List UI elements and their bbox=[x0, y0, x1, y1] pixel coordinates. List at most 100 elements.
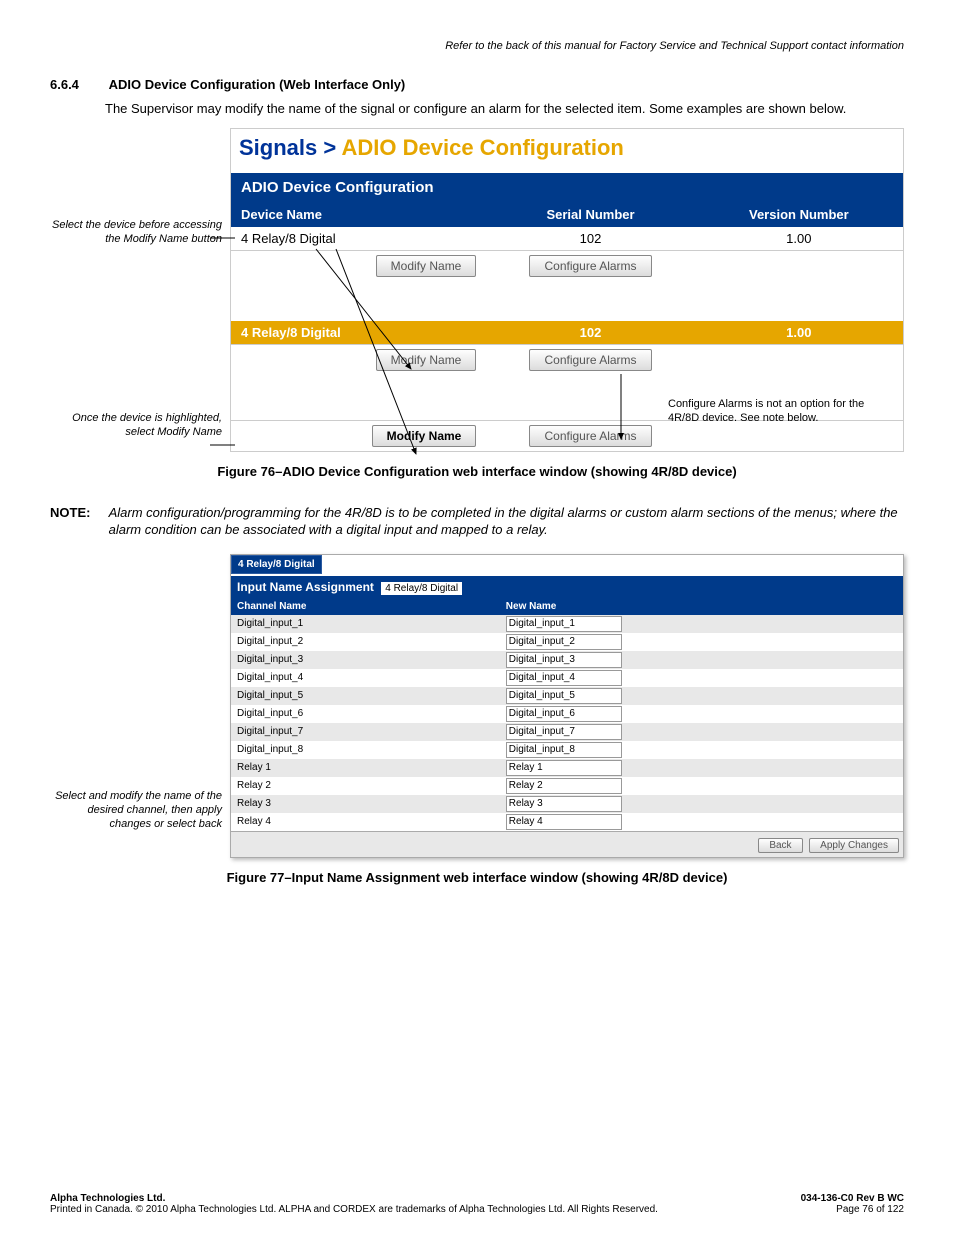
new-name-input[interactable] bbox=[506, 670, 622, 686]
footer-doc: 034-136-C0 Rev B WC bbox=[801, 1193, 904, 1204]
channel-name: Digital_input_5 bbox=[231, 687, 500, 705]
new-name-cell bbox=[500, 795, 903, 813]
cell-serial: 102 bbox=[486, 227, 694, 251]
input-row: Digital_input_4 bbox=[231, 669, 903, 687]
col-serial: Serial Number bbox=[486, 202, 694, 227]
cell-serial: 102 bbox=[486, 321, 694, 345]
channel-name: Digital_input_3 bbox=[231, 651, 500, 669]
configure-alarms-button[interactable]: Configure Alarms bbox=[529, 255, 651, 277]
input-row: Digital_input_3 bbox=[231, 651, 903, 669]
annotation-select-device: Select the device before accessing the M… bbox=[50, 218, 222, 247]
new-name-input[interactable] bbox=[506, 706, 622, 722]
input-row: Relay 3 bbox=[231, 795, 903, 813]
modify-name-button[interactable]: Modify Name bbox=[372, 425, 477, 447]
new-name-input[interactable] bbox=[506, 760, 622, 776]
annotation-highlighted: Once the device is highlighted, select M… bbox=[50, 411, 222, 440]
section-number: 6.6.4 bbox=[50, 77, 105, 92]
channel-name: Digital_input_2 bbox=[231, 633, 500, 651]
input-row: Relay 1 bbox=[231, 759, 903, 777]
col-version: Version Number bbox=[695, 202, 903, 227]
col-device-name: Device Name bbox=[231, 202, 486, 227]
new-name-input[interactable] bbox=[506, 742, 622, 758]
note: NOTE: Alarm configuration/programming fo… bbox=[50, 504, 904, 539]
cell-device-name: 4 Relay/8 Digital bbox=[231, 227, 486, 251]
new-name-input[interactable] bbox=[506, 724, 622, 740]
device-tab[interactable]: 4 Relay/8 Digital bbox=[231, 555, 322, 574]
new-name-input[interactable] bbox=[506, 652, 622, 668]
channel-name: Relay 4 bbox=[231, 813, 500, 831]
footer-page: Page 76 of 122 bbox=[836, 1204, 904, 1215]
new-name-cell bbox=[500, 687, 903, 705]
input-row: Digital_input_5 bbox=[231, 687, 903, 705]
input-row: Digital_input_2 bbox=[231, 633, 903, 651]
section-title: ADIO Device Configuration (Web Interface… bbox=[109, 77, 406, 92]
new-name-cell bbox=[500, 741, 903, 759]
assign-header: Input Name Assignment 4 Relay/8 Digital bbox=[231, 576, 903, 598]
breadcrumb-parent[interactable]: Signals > bbox=[239, 135, 336, 160]
configure-alarms-button-disabled: Configure Alarms bbox=[529, 425, 651, 447]
input-row: Relay 2 bbox=[231, 777, 903, 795]
input-row: Relay 4 bbox=[231, 813, 903, 831]
config-table: Device Name Serial Number Version Number… bbox=[231, 202, 903, 281]
annotation-modify-channel: Select and modify the name of the desire… bbox=[50, 789, 222, 832]
cell-device-name: 4 Relay/8 Digital bbox=[231, 321, 486, 345]
assign-device: 4 Relay/8 Digital bbox=[381, 582, 462, 595]
new-name-input[interactable] bbox=[506, 814, 622, 830]
cell-version: 1.00 bbox=[695, 321, 903, 345]
button-row: Modify Name Configure Alarms bbox=[231, 250, 903, 281]
channel-name: Relay 2 bbox=[231, 777, 500, 795]
breadcrumb-current: ADIO Device Configuration bbox=[342, 135, 624, 160]
new-name-input[interactable] bbox=[506, 634, 622, 650]
new-name-cell bbox=[500, 813, 903, 831]
input-table: Channel Name New Name Digital_input_1Dig… bbox=[231, 598, 903, 831]
input-row: Digital_input_8 bbox=[231, 741, 903, 759]
channel-name: Relay 3 bbox=[231, 795, 500, 813]
channel-name: Digital_input_1 bbox=[231, 615, 500, 633]
modify-name-button[interactable]: Modify Name bbox=[376, 255, 477, 277]
config-table-selected: 4 Relay/8 Digital 102 1.00 Modify Name C… bbox=[231, 321, 903, 375]
table-row[interactable]: 4 Relay/8 Digital 102 1.00 bbox=[231, 227, 903, 251]
panel-header: ADIO Device Configuration bbox=[231, 173, 903, 202]
new-name-input[interactable] bbox=[506, 616, 622, 632]
input-row: Digital_input_1 bbox=[231, 615, 903, 633]
channel-name: Digital_input_7 bbox=[231, 723, 500, 741]
new-name-cell bbox=[500, 669, 903, 687]
input-row: Digital_input_7 bbox=[231, 723, 903, 741]
channel-name: Digital_input_6 bbox=[231, 705, 500, 723]
new-name-cell bbox=[500, 705, 903, 723]
page-footer: Alpha Technologies Ltd. Printed in Canad… bbox=[50, 1193, 904, 1215]
channel-name: Digital_input_4 bbox=[231, 669, 500, 687]
new-name-input[interactable] bbox=[506, 796, 622, 812]
breadcrumb: Signals > ADIO Device Configuration bbox=[231, 129, 903, 173]
channel-name: Relay 1 bbox=[231, 759, 500, 777]
note-label: NOTE: bbox=[50, 504, 105, 522]
note-text: Alarm configuration/programming for the … bbox=[109, 504, 899, 539]
section-heading: 6.6.4 ADIO Device Configuration (Web Int… bbox=[50, 77, 904, 92]
figure-76-caption: Figure 76–ADIO Device Configuration web … bbox=[50, 464, 904, 479]
apply-changes-button[interactable]: Apply Changes bbox=[809, 838, 899, 853]
new-name-input[interactable] bbox=[506, 778, 622, 794]
header-note: Refer to the back of this manual for Fac… bbox=[50, 40, 904, 52]
button-row: Modify Name Configure Alarms bbox=[231, 344, 903, 375]
configure-alarms-button[interactable]: Configure Alarms bbox=[529, 349, 651, 371]
footer-company: Alpha Technologies Ltd. bbox=[50, 1193, 165, 1204]
col-new-name: New Name bbox=[500, 598, 903, 615]
new-name-input[interactable] bbox=[506, 688, 622, 704]
cell-version: 1.00 bbox=[695, 227, 903, 251]
table-row-selected[interactable]: 4 Relay/8 Digital 102 1.00 bbox=[231, 321, 903, 345]
bottom-buttons: Back Apply Changes bbox=[231, 831, 903, 857]
channel-name: Digital_input_8 bbox=[231, 741, 500, 759]
new-name-cell bbox=[500, 759, 903, 777]
input-row: Digital_input_6 bbox=[231, 705, 903, 723]
footer-copyright: Printed in Canada. © 2010 Alpha Technolo… bbox=[50, 1204, 658, 1215]
new-name-cell bbox=[500, 615, 903, 633]
back-button[interactable]: Back bbox=[758, 838, 802, 853]
new-name-cell bbox=[500, 777, 903, 795]
intro-text: The Supervisor may modify the name of th… bbox=[105, 100, 904, 118]
col-channel-name: Channel Name bbox=[231, 598, 500, 615]
side-note-configure-alarms: Configure Alarms is not an option for th… bbox=[668, 397, 898, 426]
new-name-cell bbox=[500, 723, 903, 741]
modify-name-button[interactable]: Modify Name bbox=[376, 349, 477, 371]
new-name-cell bbox=[500, 651, 903, 669]
assign-title: Input Name Assignment bbox=[237, 580, 374, 594]
